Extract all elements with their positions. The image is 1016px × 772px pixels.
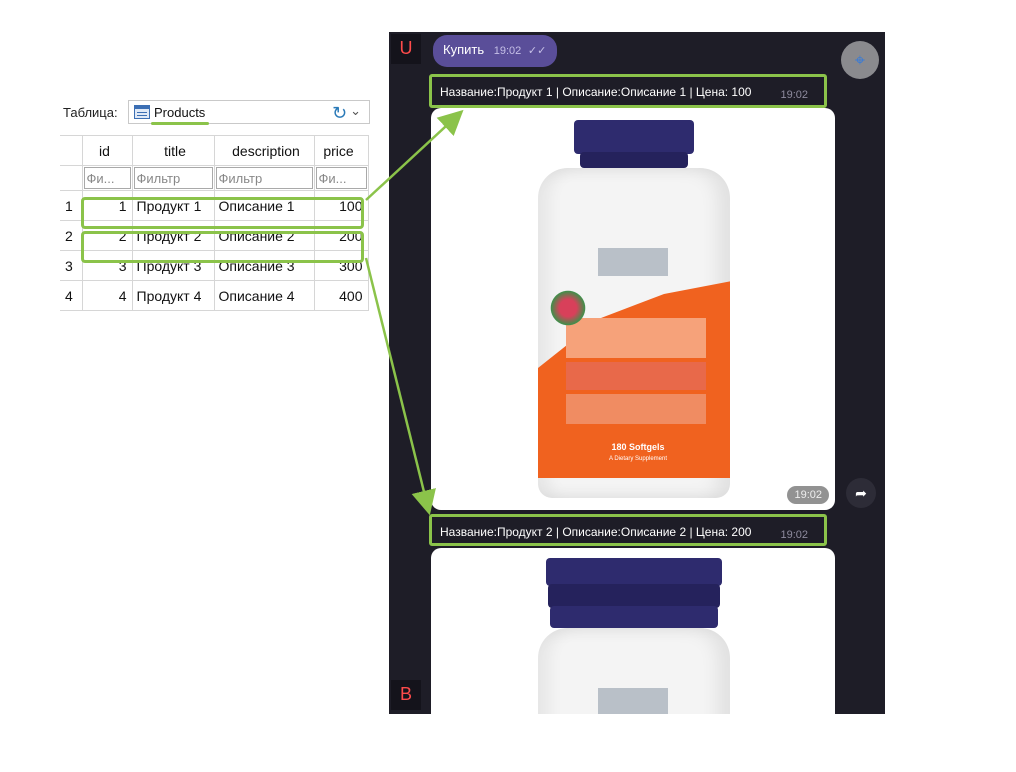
cell-price[interactable]: 100: [313, 190, 369, 221]
table-icon: [134, 105, 150, 119]
product-message-1[interactable]: Название:Продукт 1 | Описание:Описание 1…: [429, 74, 827, 108]
bottle-cap: [574, 120, 694, 154]
product-message-2-text: Название:Продукт 2 | Описание:Описание 2…: [440, 525, 752, 539]
scan-icon[interactable]: ⌖: [841, 41, 879, 79]
cell-description[interactable]: Описание 4: [213, 280, 315, 311]
bottle-body: 180 Softgels A Dietary Supplement: [538, 168, 730, 498]
product-message-2-time: 19:02: [780, 529, 808, 541]
buy-message-text: Купить: [443, 42, 485, 57]
product-photo-1-time: 19:02: [787, 486, 829, 504]
row-number: 1: [60, 190, 83, 221]
product-message-1-text: Название:Продукт 1 | Описание:Описание 1…: [440, 85, 752, 99]
cell-id[interactable]: 4: [81, 280, 133, 311]
refresh-icon[interactable]: ↻: [332, 104, 350, 122]
row-number: 3: [60, 250, 83, 281]
row-number-header: [60, 135, 83, 166]
bottle-cap-2: [546, 558, 722, 586]
bottle-cap-ring-3: [550, 606, 718, 628]
blurred-subtitle: [566, 362, 706, 390]
bottle-image-2: [534, 556, 734, 714]
cell-title[interactable]: Продукт 1: [131, 190, 215, 221]
table-row[interactable]: 1 1 Продукт 1 Описание 1 100: [60, 190, 369, 221]
chat-window: U Купить 19:02 ✓✓ ⌖ Название:Продукт 1 |…: [389, 32, 885, 714]
data-grid: id title description price Фи... Фильтр …: [60, 135, 369, 311]
cell-id[interactable]: 2: [81, 220, 133, 251]
table-row[interactable]: 3 3 Продукт 3 Описание 3 300: [60, 250, 369, 281]
cell-id[interactable]: 1: [81, 190, 133, 221]
buy-message[interactable]: Купить 19:02 ✓✓: [433, 35, 557, 67]
product-photo-1[interactable]: 180 Softgels A Dietary Supplement 19:02: [431, 108, 835, 510]
cell-description[interactable]: Описание 2: [213, 220, 315, 251]
cell-description[interactable]: Описание 1: [213, 190, 315, 221]
row-number: 4: [60, 280, 83, 311]
product-message-2[interactable]: Название:Продукт 2 | Описание:Описание 2…: [429, 514, 827, 546]
cell-id[interactable]: 3: [81, 250, 133, 281]
user-avatar[interactable]: B: [391, 680, 421, 710]
selected-table: Products: [154, 105, 206, 120]
filter-input-description[interactable]: Фильтр: [215, 167, 313, 189]
cell-price[interactable]: 300: [313, 250, 369, 281]
bottle-cap-ring-2: [548, 584, 720, 608]
blurred-brand: [598, 248, 668, 276]
cell-price[interactable]: 400: [313, 280, 369, 311]
read-checks-icon: ✓✓: [527, 45, 547, 57]
cell-description[interactable]: Описание 3: [213, 250, 315, 281]
blurred-text: [566, 394, 706, 424]
filter-input-title[interactable]: Фильтр: [133, 167, 213, 189]
column-header-description[interactable]: description: [213, 135, 315, 166]
bottle-image: 180 Softgels A Dietary Supplement: [534, 116, 734, 506]
bot-avatar[interactable]: U: [391, 34, 421, 64]
cell-title[interactable]: Продукт 3: [131, 250, 215, 281]
chevron-down-icon[interactable]: ⌄: [350, 103, 361, 119]
softgels-count: 180 Softgels: [611, 442, 665, 452]
header-row: id title description price: [60, 135, 369, 166]
supplement-caption: A Dietary Supplement: [608, 456, 668, 462]
column-header-title[interactable]: title: [131, 135, 215, 166]
buy-message-time: 19:02: [493, 45, 522, 57]
blurred-brand-2: [598, 688, 668, 714]
forward-icon[interactable]: ➦: [846, 478, 876, 508]
cell-price[interactable]: 200: [313, 220, 369, 251]
filter-input-id[interactable]: Фи...: [83, 167, 131, 189]
cell-title[interactable]: Продукт 4: [131, 280, 215, 311]
product-message-1-time: 19:02: [780, 89, 808, 101]
bottle-cap-ring: [580, 152, 688, 168]
table-row[interactable]: 2 2 Продукт 2 Описание 2 200: [60, 220, 369, 251]
filter-row: Фи... Фильтр Фильтр Фи...: [60, 165, 369, 191]
table-selector-bar: Таблица: Products ⌄ ↻: [60, 92, 370, 132]
selected-table-highlight: [151, 122, 209, 125]
bottle-body-2: [538, 628, 730, 714]
column-header-price[interactable]: price: [313, 135, 369, 166]
row-number: 2: [60, 220, 83, 251]
cell-title[interactable]: Продукт 2: [131, 220, 215, 251]
softgels-caption: 180 Softgels A Dietary Supplement: [578, 442, 698, 462]
table-row[interactable]: 4 4 Продукт 4 Описание 4 400: [60, 280, 369, 311]
product-photo-2[interactable]: [431, 548, 835, 714]
flower-decoration: [548, 288, 588, 328]
table-label: Таблица:: [63, 105, 118, 120]
filter-row-number: [60, 165, 83, 191]
column-header-id[interactable]: id: [81, 135, 133, 166]
filter-input-price[interactable]: Фи...: [315, 167, 367, 189]
